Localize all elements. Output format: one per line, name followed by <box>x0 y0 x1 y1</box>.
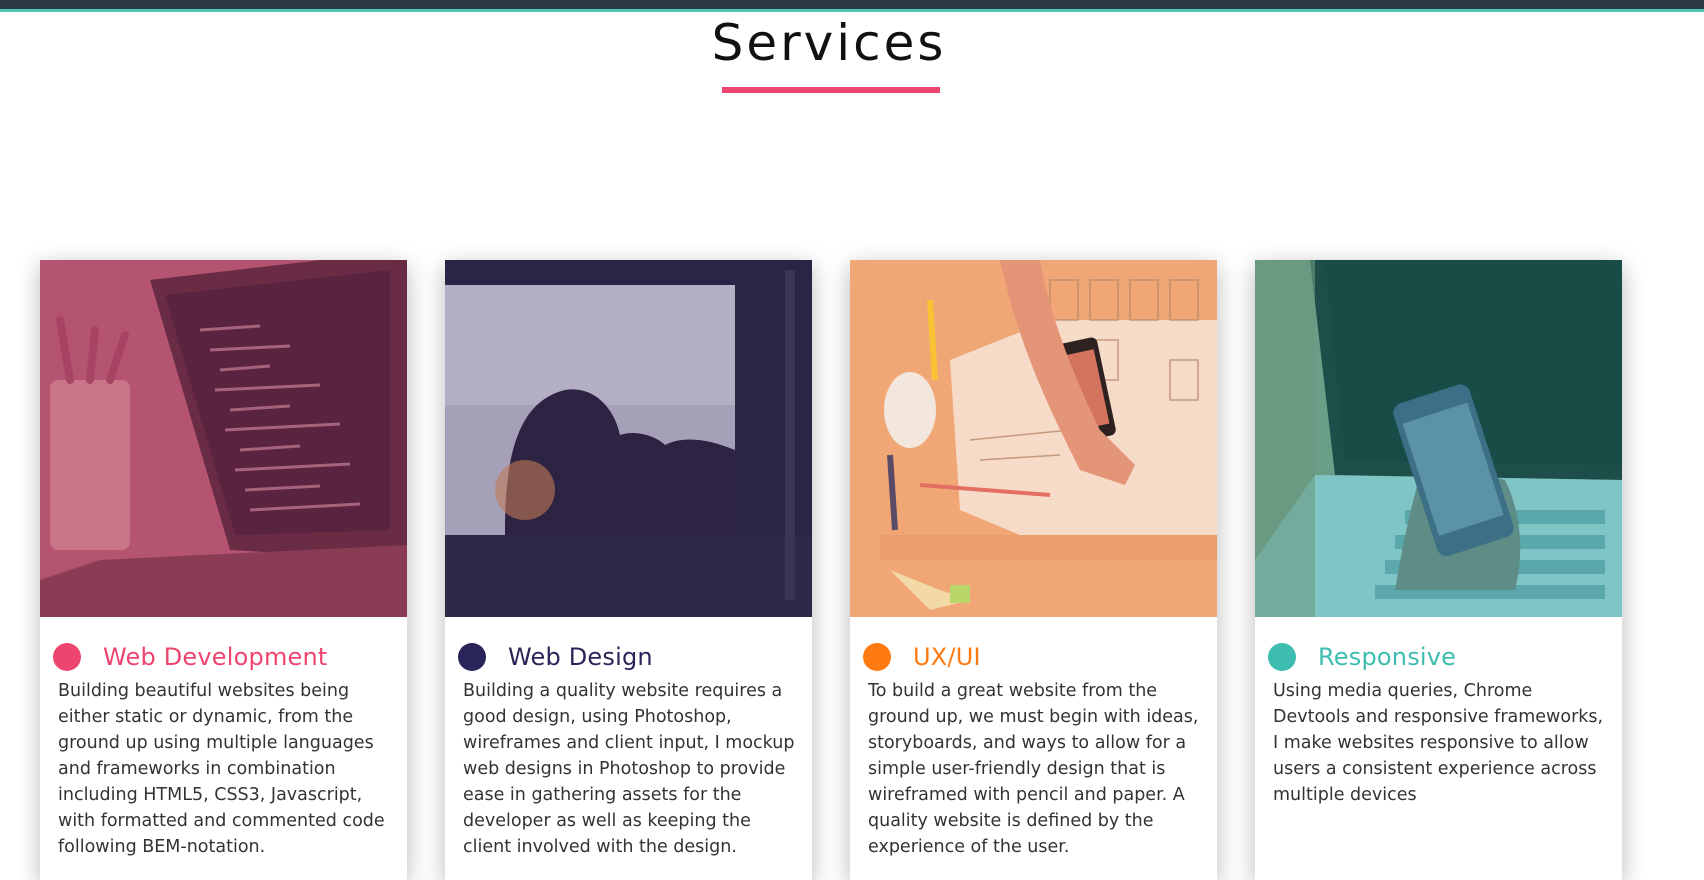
service-name: Web Development <box>103 643 328 671</box>
service-name: UX/UI <box>913 643 981 671</box>
service-description: Using media queries, Chrome Devtools and… <box>1273 681 1604 805</box>
service-card-ux-ui: UX/UI To build a great website from the … <box>850 260 1217 880</box>
laptop-code-photo <box>40 260 407 617</box>
page-title: Services <box>711 14 947 72</box>
service-heading: Web Development <box>53 639 403 675</box>
color-dot-icon <box>863 643 891 671</box>
service-heading: UX/UI <box>863 639 1213 675</box>
monitor-sunset-photo <box>445 260 812 617</box>
color-dot-icon <box>458 643 486 671</box>
service-description: Building a quality website requires a go… <box>463 681 795 857</box>
service-description: To build a great website from the ground… <box>868 681 1199 857</box>
top-navigation-bar <box>0 0 1704 12</box>
service-heading: Responsive <box>1268 639 1618 675</box>
title-underline <box>722 87 940 93</box>
color-dot-icon <box>1268 643 1296 671</box>
color-dot-icon <box>53 643 81 671</box>
service-name: Responsive <box>1318 643 1457 671</box>
service-card-web-design: Web Design Building a quality website re… <box>445 260 812 880</box>
service-name: Web Design <box>508 643 653 671</box>
service-heading: Web Design <box>458 639 808 675</box>
service-card-responsive: Responsive Using media queries, Chrome D… <box>1255 260 1622 880</box>
phone-laptop-photo <box>1255 260 1622 617</box>
service-card-web-development: Web Development Building beautiful websi… <box>40 260 407 880</box>
service-description: Building beautiful websites being either… <box>58 681 385 857</box>
wireframe-desk-photo <box>850 260 1217 617</box>
